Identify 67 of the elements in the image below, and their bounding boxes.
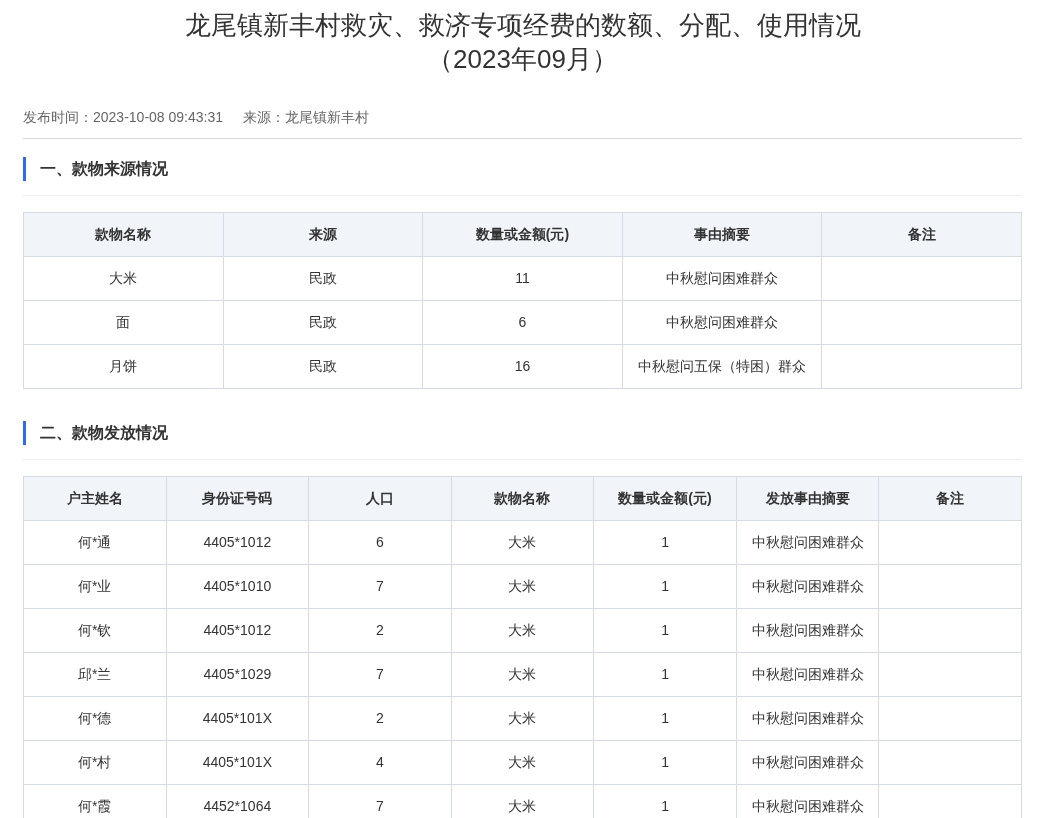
table-cell: 大米 [451,520,594,565]
table-cell: 6 [308,520,452,565]
table-cell: 4405*101X [166,740,309,785]
table-cell: 4405*1012 [166,520,309,565]
column-header: 发放事由摘要 [736,476,879,521]
table-cell: 何*通 [23,520,167,565]
table-cell: 何*业 [23,564,167,609]
table-cell: 大米 [451,564,594,609]
table-cell: 4 [308,740,452,785]
table-cell: 面 [23,300,224,345]
table-cell: 4405*1012 [166,608,309,653]
table-cell: 7 [308,652,452,697]
table-cell: 中秋慰问困难群众 [622,300,822,345]
table-cell: 民政 [223,344,423,389]
table-cell: 11 [422,256,623,301]
column-header: 款物名称 [451,476,594,521]
section-heading: 一、款物来源情况 [23,157,168,181]
table-cell: 大米 [451,696,594,741]
table-cell: 何*霞 [23,784,167,818]
table-cell: 1 [593,520,737,565]
table-cell: 1 [593,608,737,653]
table-cell: 大米 [451,652,594,697]
column-header: 身份证号码 [166,476,309,521]
table-cell: 4405*101X [166,696,309,741]
table-cell: 大米 [451,608,594,653]
table-cell: 中秋慰问困难群众 [736,652,879,697]
table-cell: 1 [593,652,737,697]
table-cell: 16 [422,344,623,389]
column-header: 户主姓名 [23,476,167,521]
publish-time: 发布时间：2023-10-08 09:43:31 [23,108,223,127]
table-cell: 民政 [223,256,423,301]
table-cell: 中秋慰问困难群众 [736,608,879,653]
table-cell: 邱*兰 [23,652,167,697]
table-cell: 中秋慰问困难群众 [736,740,879,785]
column-header: 来源 [223,212,423,257]
page-title: 龙尾镇新丰村救灾、救济专项经费的数额、分配、使用情况 [184,9,861,42]
column-header: 人口 [308,476,452,521]
column-header: 备注 [821,212,1022,257]
column-header: 数量或金额(元) [422,212,623,257]
table-cell: 何*德 [23,696,167,741]
table-cell: 6 [422,300,623,345]
column-header: 款物名称 [23,212,224,257]
table-cell: 大米 [23,256,224,301]
table-cell: 4405*1010 [166,564,309,609]
table-cell: 中秋慰问困难群众 [736,696,879,741]
table-cell: 1 [593,696,737,741]
table-cell: 7 [308,564,452,609]
table-cell: 何*钦 [23,608,167,653]
table-cell: 中秋慰问五保（特困）群众 [622,344,822,389]
column-header: 备注 [878,476,1022,521]
table-cell: 何*村 [23,740,167,785]
table-cell: 4405*1029 [166,652,309,697]
table-cell: 中秋慰问困难群众 [736,520,879,565]
table-cell: 民政 [223,300,423,345]
table-cell: 2 [308,608,452,653]
table-cell: 月饼 [23,344,224,389]
column-header: 事由摘要 [622,212,822,257]
table-cell: 1 [593,564,737,609]
source-text: 来源：龙尾镇新丰村 [243,108,369,127]
table-cell: 中秋慰问困难群众 [736,564,879,609]
table-cell: 中秋慰问困难群众 [622,256,822,301]
page-title-date: （2023年09月） [427,43,618,76]
section-heading: 二、款物发放情况 [23,421,168,445]
table-cell: 2 [308,696,452,741]
table-cell: 1 [593,740,737,785]
table-cell: 大米 [451,740,594,785]
column-header: 数量或金额(元) [593,476,737,521]
